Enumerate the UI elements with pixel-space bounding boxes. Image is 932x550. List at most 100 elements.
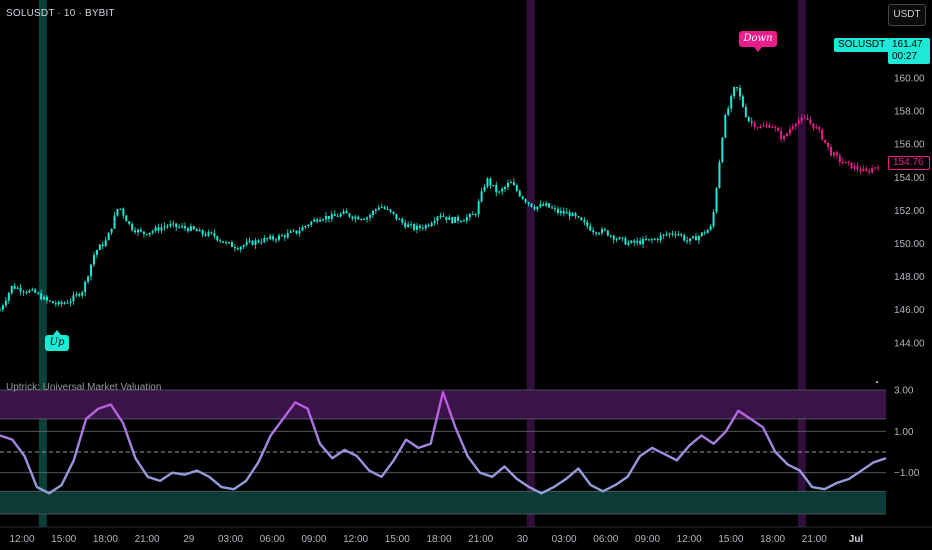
candle-body [788,129,791,134]
candle-body [433,220,436,224]
candle-body [744,106,747,117]
candle-body [674,234,677,236]
candle-body [277,235,280,240]
candle-body [139,229,142,232]
candle-body [254,240,257,245]
candle-body [627,242,630,245]
price-tick-label: 160.00 [894,74,925,85]
candle-body [339,213,342,217]
candle-body [342,211,345,214]
candle-body [524,199,527,203]
candle-body [322,219,325,221]
candle-body [181,226,184,228]
time-tick-label: 09:00 [301,534,326,545]
candle-body [54,303,57,305]
candle-body [116,208,119,216]
candle-body [715,188,718,213]
candle-body [371,211,374,216]
price-tick-label: 158.00 [894,107,925,118]
candle-body [762,125,765,127]
chart-canvas[interactable]: 144.00 146.00 148.00 150.00 152.00 154.00 156.… [0,0,932,550]
candle-body [645,239,648,241]
candle-body [137,229,140,233]
oscillator-axis: 3.00 1.00 −1.00 [894,386,920,480]
candle-body [319,220,322,222]
candle-body [351,216,354,219]
candle-body [110,228,113,233]
candle-body [542,204,545,206]
candle-body [460,220,463,222]
candle-body [480,191,483,202]
candle-body [712,212,715,227]
indicator-title: Uptrick: Universal Market Valuation [6,382,162,393]
candle-body [401,218,404,223]
candle-body [618,237,621,240]
candle-body [48,300,51,302]
candle-body [741,96,744,107]
candle-body [589,226,592,231]
candle-body [642,239,645,245]
candle-body [774,127,777,129]
candle-body [125,215,128,222]
candle-body [624,238,627,245]
candle-body [4,300,7,306]
time-tick-label: Jul [849,534,864,545]
candle-body [791,126,794,130]
candle-body [636,240,639,243]
candle-body [289,231,292,233]
candle-body [330,214,333,219]
candle-body [733,87,736,97]
candle-body [492,184,495,186]
candle-body [521,196,524,200]
candle-body [163,226,166,228]
candle-body [639,240,642,245]
candle-body [465,217,468,221]
candle-body [592,230,595,233]
candle-body [348,213,351,217]
candle-body [830,146,833,156]
candle-body [228,242,231,244]
candle-body [233,246,236,249]
candle-body [78,293,81,296]
candle-body [571,213,574,217]
indicator-menu-dot[interactable] [876,381,878,383]
candles-layer[interactable] [0,84,879,312]
candle-body [1,305,4,310]
candle-body [104,240,107,247]
candle-body [101,244,104,247]
candle-body [357,216,360,220]
candle-body [19,287,22,292]
candle-body [659,235,662,241]
candle-body [448,217,451,220]
candle-body [145,233,148,235]
time-tick-label: 06:00 [260,534,285,545]
candle-body [60,301,63,304]
candle-body [230,242,233,247]
candle-body [824,139,827,143]
candle-body [850,162,853,169]
candle-body [559,211,562,213]
candle-body [507,182,510,187]
candle-body [797,120,800,124]
bar-countdown: 00:27 [892,51,918,62]
candle-body [512,182,515,186]
candle-body [694,236,697,241]
candle-body [827,142,830,147]
candle-body [360,219,363,221]
candle-body [771,127,774,129]
candle-body [142,231,145,234]
candle-body [689,238,692,242]
time-axis[interactable]: 12:00 15:00 18:00 21:00 29 03:00 06:00 09:00 12:… [0,526,932,545]
candle-body [283,235,286,238]
price-axis[interactable]: 144.00 146.00 148.00 150.00 152.00 154.00 156.… [894,40,925,349]
candle-body [841,161,844,163]
candle-body [286,232,289,238]
candle-body [389,209,392,212]
candle-body [451,217,454,223]
candle-body [683,235,686,241]
candle-body [310,221,313,225]
candle-body [454,216,457,223]
candle-body [727,108,730,116]
current-price: 161.47 [892,39,923,50]
currency-button[interactable]: USDT [888,4,926,26]
